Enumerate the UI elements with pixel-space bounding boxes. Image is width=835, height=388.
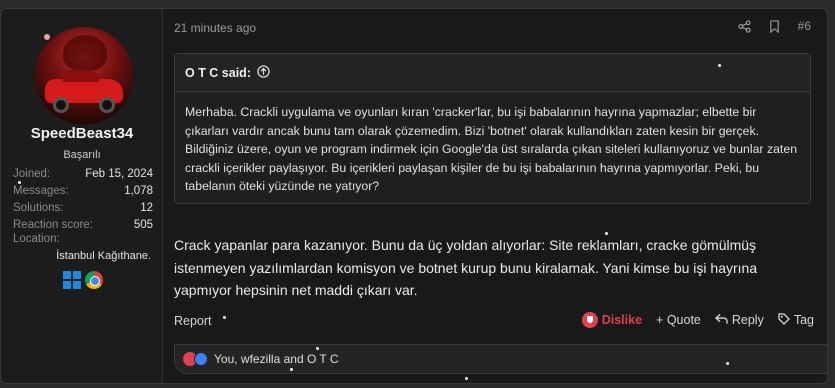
stat-label: Solutions:: [13, 202, 64, 214]
chrome-icon: [85, 271, 103, 289]
speck: [726, 362, 729, 365]
like-reaction-icon: [194, 352, 208, 366]
quote-block: O T C said: Merhaba. Crackli uygulama ve…: [174, 53, 811, 204]
stat-value[interactable]: 1,078: [124, 183, 153, 200]
post-footer: Report Dislike + Quote Reply Tag: [174, 312, 814, 332]
post-header-actions: #6: [737, 19, 811, 33]
user-os-icons: [63, 271, 103, 289]
post-number-link[interactable]: #6: [798, 19, 811, 33]
reaction-icons: [183, 352, 208, 366]
username-link[interactable]: SpeedBeast34: [1, 125, 163, 142]
reply-button[interactable]: Reply: [714, 313, 764, 328]
location-label: Location:: [13, 233, 60, 245]
stat-reaction-score: Reaction score: 505: [13, 217, 153, 234]
stat-value: 12: [140, 202, 153, 214]
post-card: SpeedBeast34 Başarılı Joined: Feb 15, 20…: [0, 8, 828, 384]
stat-label: Messages:: [13, 185, 69, 197]
dislike-label: Dislike: [601, 313, 643, 327]
post-timestamp[interactable]: 21 minutes ago: [174, 21, 256, 35]
speck: [18, 181, 21, 184]
stat-label: Reaction score:: [13, 219, 93, 231]
bookmark-icon[interactable]: [769, 19, 780, 33]
location-value: İstanbul Kağıthane.: [56, 250, 151, 262]
quote-text: Merhaba. Crackli uygulama ve oyunları kı…: [185, 105, 798, 193]
stat-value: 505: [133, 219, 153, 231]
dislike-button[interactable]: Dislike: [581, 312, 643, 328]
tag-label: Tag: [793, 313, 814, 327]
reply-icon: [714, 313, 728, 328]
post-message: Crack yapanlar para kazanıyor. Bunu da ü…: [174, 237, 758, 298]
speck: [316, 347, 319, 350]
speck: [605, 232, 608, 235]
dislike-icon: [581, 312, 598, 328]
quote-header[interactable]: O T C said:: [175, 54, 810, 92]
online-status-dot: [43, 33, 51, 41]
quote-button[interactable]: + Quote: [656, 313, 701, 327]
share-icon[interactable]: [737, 19, 751, 33]
post-main: 21 minutes ago #6 O T C said: Merhaba. C…: [164, 9, 827, 383]
user-stats: Joined: Feb 15, 2024 Messages: 1,078 Sol…: [13, 166, 153, 234]
stat-messages: Messages: 1,078: [13, 183, 153, 200]
report-link[interactable]: Report: [174, 314, 212, 328]
quote-author[interactable]: O T C said:: [185, 66, 251, 80]
reply-label: Reply: [731, 313, 764, 327]
speck: [290, 368, 293, 371]
speck: [718, 64, 721, 67]
speck: [465, 377, 468, 380]
tag-button[interactable]: Tag: [778, 312, 814, 328]
reactions-text[interactable]: You, wfezilla and O T C: [214, 352, 339, 366]
user-info-panel: SpeedBeast34 Başarılı Joined: Feb 15, 20…: [1, 9, 163, 383]
stat-solutions: Solutions: 12: [13, 200, 153, 217]
reactions-bar[interactable]: You, wfezilla and O T C: [174, 344, 827, 374]
post-footer-actions: Dislike + Quote Reply Tag: [581, 312, 814, 328]
tag-icon: [778, 312, 790, 328]
stat-joined: Joined: Feb 15, 2024: [13, 166, 153, 183]
speck: [223, 316, 226, 319]
windows-icon: [63, 271, 81, 289]
user-title: Başarılı: [63, 149, 101, 161]
arrow-up-circle-icon[interactable]: [257, 64, 270, 81]
stat-value: Feb 15, 2024: [85, 168, 153, 180]
avatar[interactable]: [35, 27, 133, 125]
